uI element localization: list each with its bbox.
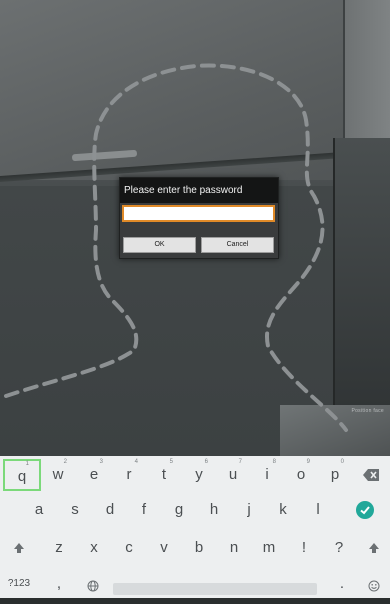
key-z[interactable]: z: [40, 532, 78, 564]
key-p[interactable]: 0 p: [316, 459, 354, 491]
key-label: i: [265, 466, 269, 483]
key-question[interactable]: ?: [320, 532, 358, 564]
key-k[interactable]: k: [264, 494, 302, 526]
soft-keyboard: 1 q 2 w 3 e 4 r 5 t 6 y 7 u 8 i 9 o 0 p: [0, 456, 390, 598]
key-d[interactable]: d: [91, 494, 129, 526]
key-n[interactable]: n: [215, 532, 253, 564]
key-label: r: [126, 466, 132, 483]
comma-key[interactable]: ,: [40, 572, 78, 596]
shift-icon: [369, 543, 379, 553]
key-label: t: [161, 466, 167, 483]
emoji-icon: [368, 580, 380, 592]
key-f[interactable]: f: [125, 494, 163, 526]
key-s[interactable]: s: [56, 494, 94, 526]
key-e[interactable]: 3 e: [75, 459, 113, 491]
key-hint: 3: [99, 459, 103, 465]
key-hint: 4: [134, 459, 138, 465]
key-hint: 0: [340, 459, 344, 465]
key-j[interactable]: j: [230, 494, 268, 526]
key-m[interactable]: m: [250, 532, 288, 564]
password-dialog: Please enter the password OK Cancel: [119, 177, 279, 259]
dialog-title: Please enter the password: [120, 178, 278, 203]
cancel-button[interactable]: Cancel: [201, 237, 274, 253]
key-a[interactable]: a: [20, 494, 58, 526]
backspace-icon: [363, 469, 379, 481]
key-i[interactable]: 8 i: [248, 459, 286, 491]
backspace-key[interactable]: [352, 459, 390, 491]
key-hint: 8: [272, 459, 276, 465]
space-key[interactable]: [113, 583, 317, 595]
key-label: y: [195, 466, 203, 483]
key-hint: 7: [238, 459, 242, 465]
key-hint: 5: [169, 459, 173, 465]
key-o[interactable]: 9 o: [282, 459, 320, 491]
key-exclamation[interactable]: !: [285, 532, 323, 564]
shift-left-key[interactable]: [0, 532, 38, 564]
key-hint: 6: [204, 459, 208, 465]
key-w[interactable]: 2 w: [39, 459, 77, 491]
key-l[interactable]: l: [299, 494, 337, 526]
key-hint: 2: [63, 459, 67, 465]
key-label: o: [296, 466, 306, 483]
emoji-key[interactable]: [355, 572, 390, 596]
key-t[interactable]: 5 t: [145, 459, 183, 491]
check-circle-icon: [356, 501, 374, 519]
key-label: u: [228, 466, 238, 483]
key-g[interactable]: g: [160, 494, 198, 526]
key-y[interactable]: 6 y: [180, 459, 218, 491]
key-x[interactable]: x: [75, 532, 113, 564]
password-input[interactable]: [122, 205, 275, 222]
shift-icon: [14, 543, 24, 553]
globe-icon: [87, 580, 99, 592]
key-label: p: [330, 466, 340, 483]
key-h[interactable]: h: [195, 494, 233, 526]
key-r[interactable]: 4 r: [110, 459, 148, 491]
key-hint: 9: [306, 459, 310, 465]
shift-right-key[interactable]: [355, 532, 390, 564]
key-u[interactable]: 7 u: [214, 459, 252, 491]
key-c[interactable]: c: [110, 532, 148, 564]
key-label: w: [52, 466, 64, 483]
key-v[interactable]: v: [145, 532, 183, 564]
key-q[interactable]: 1 q: [3, 459, 41, 491]
ok-button[interactable]: OK: [123, 237, 196, 253]
key-label: q: [17, 468, 27, 485]
symbols-key[interactable]: ?123: [0, 572, 38, 596]
key-b[interactable]: b: [180, 532, 218, 564]
enter-key[interactable]: [346, 494, 384, 526]
key-hint: 1: [25, 461, 29, 467]
globe-key[interactable]: [74, 572, 112, 596]
key-label: e: [89, 466, 99, 483]
